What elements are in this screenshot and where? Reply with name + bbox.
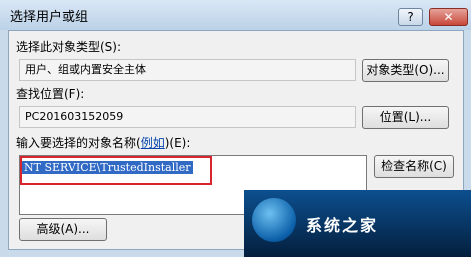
object-names-label-prefix: 输入要选择的对象名称( [16,136,141,150]
object-type-label: 选择此对象类型(S): [16,40,122,54]
object-names-label-suffix: )(E): [164,136,191,150]
object-types-button[interactable]: 对象类型(O)... [362,59,449,82]
select-users-or-groups-dialog: 选择用户或组 ? ✕ 选择此对象类型(S): 用户、组或内置安全主体 对象类型(… [0,0,471,257]
location-field: PC201603152059 [19,106,356,128]
title-bar: 选择用户或组 ? ✕ [0,0,471,30]
globe-logo-icon [252,198,296,242]
watermark-logo: 系统之家 [244,190,471,257]
examples-link[interactable]: 例如 [141,136,165,150]
object-names-label: 输入要选择的对象名称(例如)(E): [16,134,190,151]
locations-button[interactable]: 位置(L)... [362,106,449,129]
location-label: 查找位置(F): [16,87,85,101]
dialog-title: 选择用户或组 [10,10,89,25]
object-type-field: 用户、组或内置安全主体 [19,59,356,81]
annotation-highlight-box [20,156,212,185]
check-names-button[interactable]: 检查名称(C) [374,155,454,178]
close-button[interactable]: ✕ [429,8,468,26]
advanced-button[interactable]: 高级(A)... [19,218,107,241]
help-button[interactable]: ? [398,8,423,26]
watermark-text: 系统之家 [306,216,379,235]
